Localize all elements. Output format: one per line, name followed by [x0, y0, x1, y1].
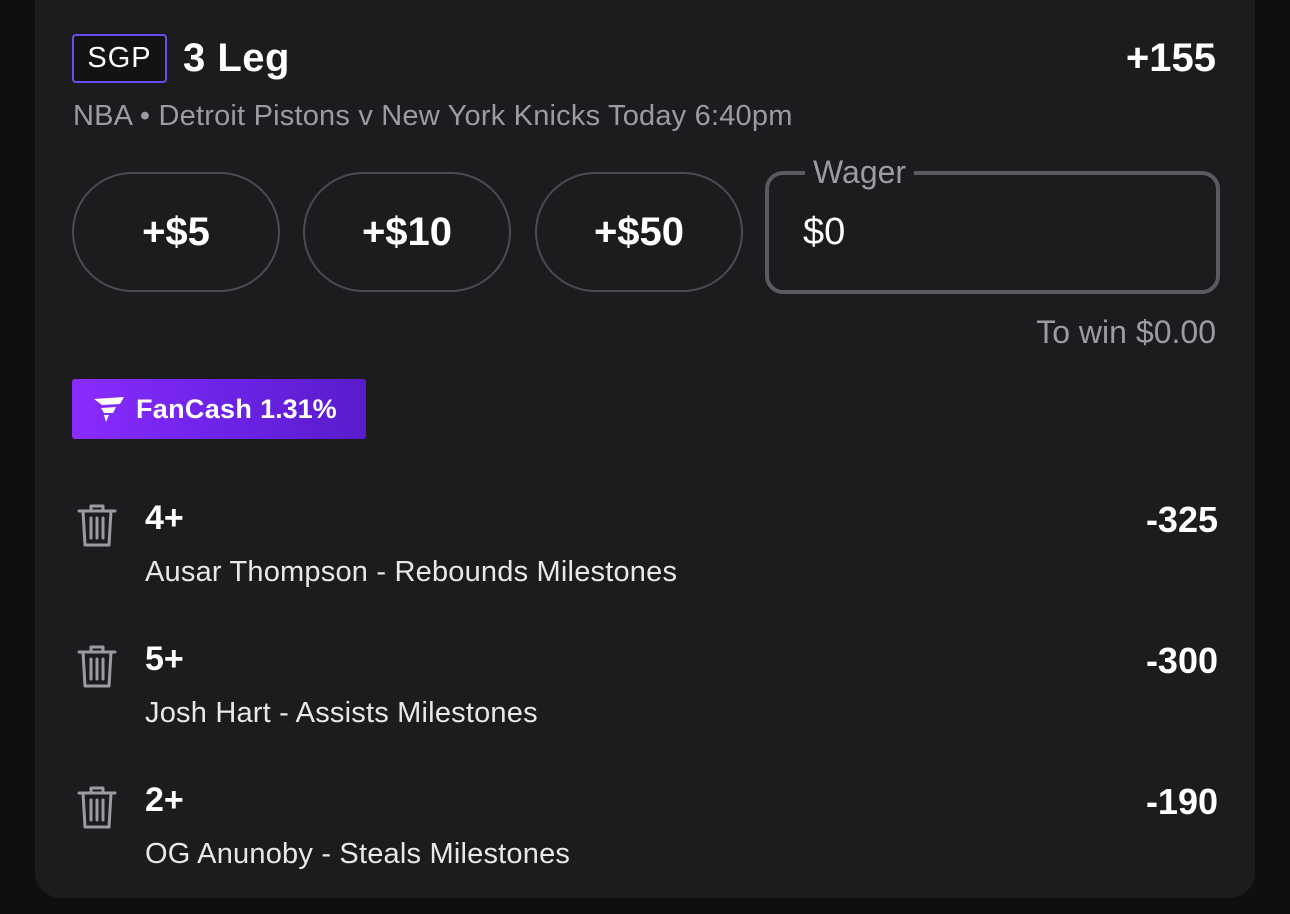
leg-row: 5+ Josh Hart - Assists Milestones -300: [72, 628, 1218, 738]
wager-field[interactable]: Wager: [765, 153, 1220, 294]
leg-line: 2+: [145, 781, 184, 819]
leg-line: 5+: [145, 640, 184, 678]
trash-icon[interactable]: [76, 503, 118, 549]
leg-description: Josh Hart - Assists Milestones: [145, 697, 538, 729]
fancash-badge: FanCash 1.31%: [72, 379, 366, 439]
leg-line: 4+: [145, 499, 184, 537]
quick-add-10-button[interactable]: +$10: [303, 172, 511, 292]
fancash-percent: 1.31%: [260, 393, 337, 424]
leg-description: Ausar Thompson - Rebounds Milestones: [145, 556, 678, 588]
fancash-logo-icon: [92, 395, 126, 423]
leg-odds: -300: [1145, 640, 1218, 681]
leg-row: 2+ OG Anunoby - Steals Milestones -190: [72, 769, 1218, 879]
trash-icon[interactable]: [76, 785, 118, 831]
total-odds: +155: [1125, 36, 1216, 80]
leg-count-title: 3 Leg: [183, 36, 290, 80]
quick-add-5-button[interactable]: +$5: [72, 172, 280, 292]
wager-label: Wager: [805, 153, 915, 191]
leg-description: OG Anunoby - Steals Milestones: [145, 838, 571, 870]
trash-icon[interactable]: [76, 644, 118, 690]
bet-slip-card: [35, 0, 1255, 898]
quick-add-50-button[interactable]: +$50: [535, 172, 743, 292]
to-win-label: To win: [1036, 314, 1127, 350]
leg-row: 4+ Ausar Thompson - Rebounds Milestones …: [72, 487, 1218, 597]
wager-input[interactable]: [803, 211, 1183, 254]
game-info: NBA • Detroit Pistons v New York Knicks …: [73, 100, 793, 132]
to-win-text: To win $0.00: [1036, 314, 1216, 351]
bet-header: SGP 3 Leg: [72, 34, 290, 83]
sgp-badge: SGP: [72, 34, 167, 83]
leg-odds: -325: [1145, 499, 1218, 540]
leg-odds: -190: [1145, 781, 1218, 822]
fancash-label: FanCash: [136, 393, 253, 424]
to-win-amount: $0.00: [1135, 314, 1216, 350]
